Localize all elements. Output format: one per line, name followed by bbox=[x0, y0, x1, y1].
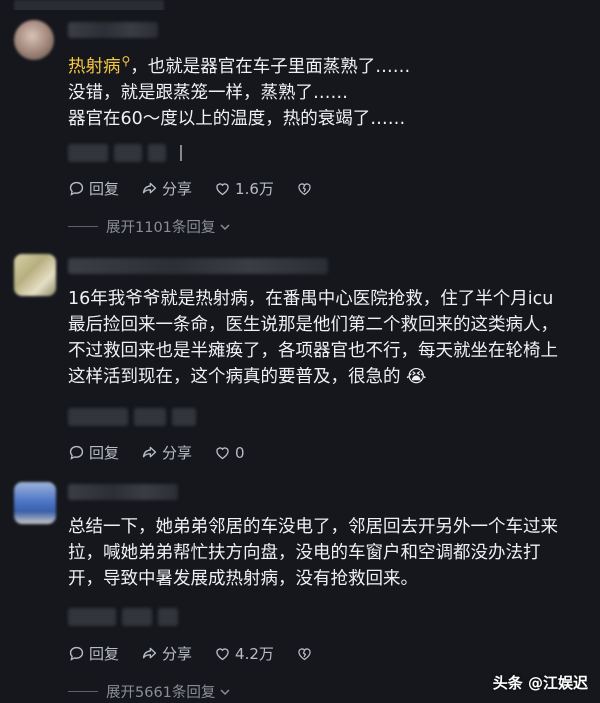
reply-button[interactable]: 回复 bbox=[68, 178, 119, 199]
avatar[interactable] bbox=[14, 20, 54, 60]
broken-heart-icon bbox=[298, 183, 311, 196]
chevron-down-icon bbox=[220, 223, 230, 230]
comment-text: 总结一下，她弟弟邻居的车没电了，邻居回去开另外一个车过来 拉，喊她弟弟帮忙扶方向… bbox=[68, 517, 558, 589]
reply-button[interactable]: 回复 bbox=[68, 643, 119, 664]
search-keyword-link[interactable]: 热射病 bbox=[68, 57, 121, 77]
comment-actions: 回复 分享 1.6万 bbox=[68, 178, 339, 199]
reply-icon bbox=[69, 646, 84, 661]
expand-replies-button[interactable]: 展开5661条回复 bbox=[68, 681, 231, 702]
reply-button[interactable]: 回复 bbox=[68, 442, 119, 463]
heart-icon bbox=[216, 447, 229, 460]
share-button[interactable]: 分享 bbox=[141, 178, 192, 199]
heart-icon bbox=[216, 648, 229, 661]
avatar[interactable] bbox=[14, 482, 56, 524]
username-blurred[interactable] bbox=[68, 258, 328, 274]
expand-replies-button[interactable]: 展开1101条回复 bbox=[68, 216, 231, 237]
chevron-down-icon bbox=[220, 688, 230, 695]
share-icon bbox=[142, 647, 157, 659]
share-button[interactable]: 分享 bbox=[141, 643, 192, 664]
reply-icon bbox=[69, 181, 84, 196]
like-button[interactable]: 4.2万 bbox=[214, 643, 274, 664]
username-blurred[interactable] bbox=[68, 484, 178, 500]
previous-comment-fragment bbox=[0, 0, 600, 10]
share-icon bbox=[142, 446, 157, 458]
heart-icon bbox=[216, 183, 229, 196]
watermark: 头条 @江娱迟 bbox=[492, 674, 588, 692]
dislike-button[interactable] bbox=[296, 645, 317, 662]
reply-icon bbox=[69, 445, 84, 460]
username-blurred[interactable] bbox=[68, 22, 158, 38]
share-button[interactable]: 分享 bbox=[141, 442, 192, 463]
comment-meta-blurred bbox=[68, 144, 182, 162]
comment-text: 热射病⚲，也就是器官在车子里面蒸熟了…… 没错，就是跟蒸笼一样，蒸熟了…… 器官… bbox=[68, 54, 411, 129]
dislike-button[interactable] bbox=[296, 180, 317, 197]
avatar[interactable] bbox=[14, 254, 56, 296]
like-button[interactable]: 0 bbox=[214, 444, 245, 462]
search-icon[interactable]: ⚲ bbox=[122, 54, 131, 68]
comment-actions: 回复 分享 4.2万 bbox=[68, 643, 339, 664]
comment-actions: 回复 分享 0 bbox=[68, 442, 267, 463]
comment-text: 16年我爷爷就是热射病，在番禺中心医院抢救，住了半个月icu 最后捡回来一条命，… bbox=[68, 289, 558, 387]
comment-meta-blurred bbox=[68, 608, 178, 626]
like-button[interactable]: 1.6万 bbox=[214, 178, 274, 199]
blurred-text bbox=[14, 0, 164, 10]
broken-heart-icon bbox=[298, 648, 311, 661]
share-icon bbox=[142, 182, 157, 194]
comment-meta-blurred bbox=[68, 408, 196, 426]
